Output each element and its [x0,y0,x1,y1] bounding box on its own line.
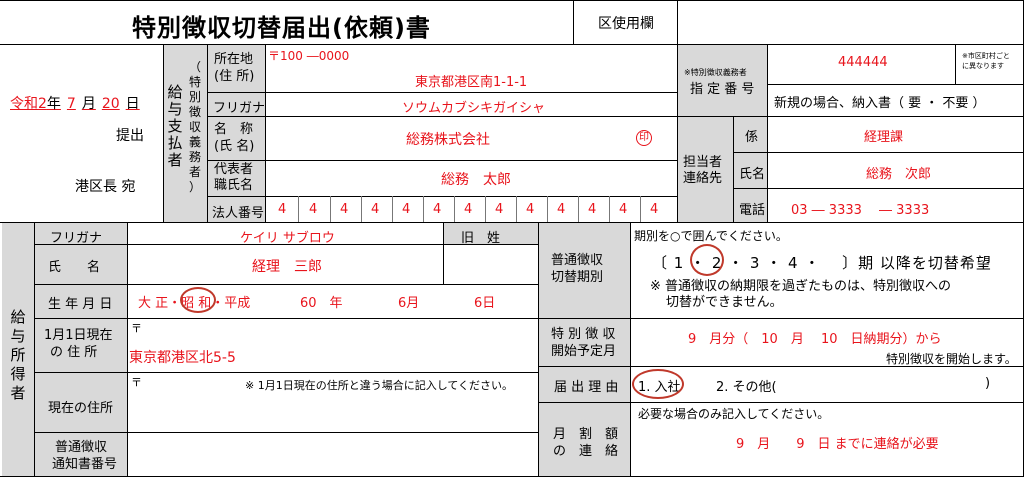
corp-no-digit: 4 [340,202,349,217]
birth-day[interactable]: 6日 [474,292,495,311]
period-note: ※ 普通徴収の納期限を過ぎたものは、特別徴収への 切替ができません。 [650,279,952,310]
corp-no-digit: 4 [557,202,566,217]
date-month-suffix: 月 [81,96,96,112]
reason-close-paren: ) [985,376,991,391]
corp-no-digit: 4 [433,202,442,217]
birth-year[interactable]: 60 年 [300,292,343,311]
payer-address[interactable]: 東京都港区南1-1-1 [415,71,527,90]
submit-label: 提出 [116,128,144,144]
corp-no-field[interactable]: 4 4 4 4 4 4 4 4 4 4 4 4 4 [266,197,676,222]
address-label: 所在地 (住 所) [214,52,255,84]
contact-label: 担当者 連絡先 [683,155,723,186]
reason-label: 届 出 理 由 [554,380,619,395]
payer-furigana[interactable]: ソウムカブシキガイシャ [402,97,545,116]
monthly-instruction: 必要な場合のみ記入してください。 [638,407,830,421]
corp-no-digit: 4 [526,202,535,217]
corp-no-digit: 4 [588,202,597,217]
designated-number[interactable]: 444444 [838,55,888,70]
former-name-field[interactable] [444,245,537,283]
dept-value[interactable]: 経理課 [864,126,903,145]
corp-no-digit: 4 [371,202,380,217]
start-month-label: 特 別 徴 収開始予定月 [551,327,617,359]
reason-1-circle-mark [632,369,684,399]
form-title: 特別徴収切替届出(依頼)書 [132,14,431,42]
seal-mark: 印 [636,130,652,146]
showa-circle-mark [180,287,216,313]
payer-name[interactable]: 総務株式会社 [406,129,490,149]
current-postal[interactable]: 〒 [131,374,142,390]
period-2-circle-mark [690,244,724,276]
corp-no-digit: 4 [309,202,318,217]
payer-postal[interactable]: 〒100 ―0000 [268,47,349,64]
corp-no-digit: 4 [495,202,504,217]
corp-no-digit: 4 [650,202,659,217]
addressee: 港区長 宛 [75,179,136,195]
corp-no-digit: 4 [619,202,628,217]
office-use-label: 区使用欄 [598,16,654,32]
designated-label: 指 定 番 号 [690,82,755,97]
person-value[interactable]: 総務 次郎 [866,163,931,182]
earner-furigana[interactable]: ケイリ サブロウ [240,227,335,246]
rep-label: 代表者 職氏名 [214,162,254,193]
earner-name[interactable]: 経理 三郎 [252,256,322,276]
dept-label: 係 [745,130,759,145]
rep-name[interactable]: 総務 太郎 [441,169,511,189]
jan1-address-label: 1月1日現在の 住 所 [44,328,113,360]
reason-option-2[interactable]: 2. その他( [716,376,777,395]
switch-period-label: 普通徴収 切替期別 [551,253,604,285]
birth-label: 生 年 月 日 [48,297,113,312]
jan1-address[interactable]: 東京都港区北5-5 [129,347,236,367]
corp-no-digit: 4 [464,202,473,217]
start-month-note: 特別徴収を開始します。 [886,352,1017,366]
corp-no-label: 法人番号 [212,206,265,221]
person-label: 氏名 [739,167,766,182]
earner-name-label: 氏 名 [48,260,101,275]
new-case-payslip[interactable]: 新規の場合、納入書（ 要 ・ 不要 ） [774,92,986,111]
corp-no-digit: 4 [402,202,411,217]
phone-label: 電話 [739,203,766,218]
former-name-label: 旧 姓 [461,231,501,246]
start-month-text[interactable]: 9 月分（ 10 月 10 日納期分）から [688,328,942,347]
notice-no-label: 普通徴収 通知書番号 [52,440,118,472]
designated-label-small: ※特別徴収義務者 [684,68,747,77]
date-year-suffix: 年 [46,96,61,112]
notice-no-field[interactable] [128,433,537,476]
current-address-label: 現在の住所 [48,401,114,416]
birth-month[interactable]: 6月 [398,292,419,311]
monthly-amount-label: 月 割 額の 連 絡 [553,427,619,459]
monthly-deadline-text[interactable]: 9 月 9 日 までに連絡が必要 [736,433,939,452]
current-address-field[interactable] [128,390,537,431]
payer-name-label: 名 称 (氏 名) [214,122,255,154]
payer-section-label: 給与支払者 [167,83,183,169]
submission-date[interactable]: 令和2年 7 月 20 日 [10,93,140,113]
phone-value[interactable]: 03 ― 3333 ― 3333 [791,199,929,218]
office-use-field[interactable] [678,1,1023,44]
corp-no-digit: 4 [278,202,287,217]
date-day: 20 [101,96,120,112]
payer-sub-label: （特別徴収義務者） [189,60,202,194]
date-era: 令和2 [10,96,47,112]
jan1-postal[interactable]: 〒 [131,320,142,336]
payer-furigana-label: フリガナ [213,101,266,116]
period-instruction: 期別を○で囲んでください。 [634,229,788,243]
date-day-suffix: 日 [125,96,140,112]
earner-furigana-label: フリガナ [50,231,103,246]
date-month: 7 [66,96,76,112]
designated-note: ※市区町村ごと に異なります [962,52,1010,70]
earner-section-label: 給与所得者 [10,308,26,402]
